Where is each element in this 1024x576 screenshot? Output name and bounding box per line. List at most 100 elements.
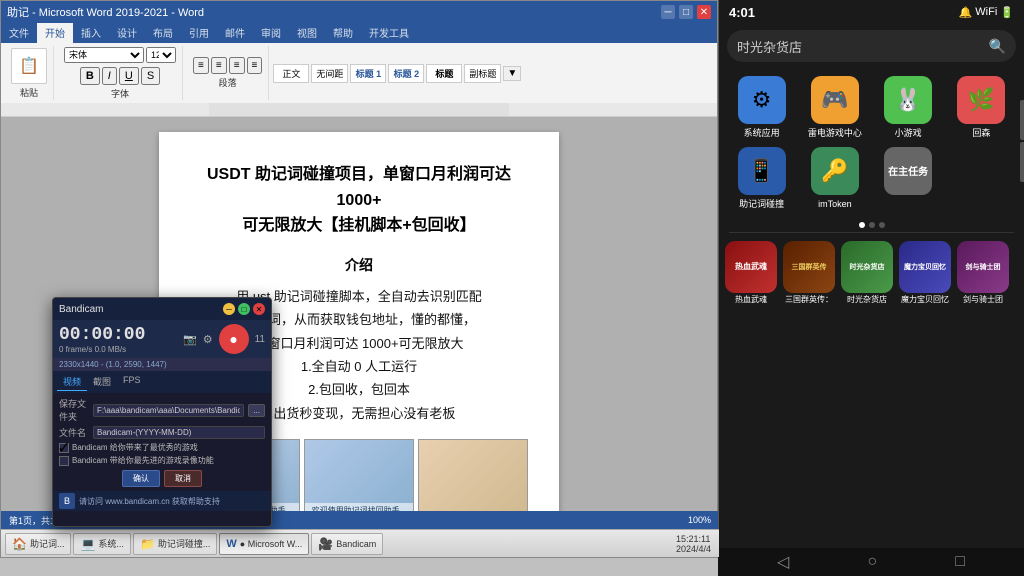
tab-design[interactable]: 设计	[109, 23, 145, 43]
word-icon: W	[226, 538, 236, 550]
styles-more-button[interactable]: ▼	[503, 66, 521, 81]
bandicam-confirm-button[interactable]: 确认	[122, 470, 160, 487]
huisen-icon: 🌿	[957, 76, 1005, 124]
style-nospace[interactable]: 无间距	[311, 64, 348, 83]
style-title[interactable]: 标题	[426, 64, 462, 83]
doc-title-line1: USDT 助记词碰撞项目，单窗口月利润可达 1000+ 可无限放大【挂机脚本+包…	[189, 162, 529, 239]
bandicam-minimize[interactable]: ─	[223, 303, 235, 315]
tab-help[interactable]: 帮助	[325, 23, 361, 43]
taskbar-icon-1: 🏠	[12, 537, 27, 551]
font-family-select[interactable]: 宋体	[64, 47, 144, 63]
bandicam-tab-video[interactable]: 视频	[57, 373, 87, 391]
taskbar-label-bandicam: Bandicam	[336, 539, 376, 549]
taskbar-icon-2: 💻	[80, 537, 95, 551]
taskbar-btn-bandicam[interactable]: 🎥 Bandicam	[311, 533, 383, 555]
tab-references[interactable]: 引用	[181, 23, 217, 43]
ribbon-tabs: 文件 开始 插入 设计 布局 引用 邮件 审阅 视图 帮助 开发工具	[1, 23, 717, 43]
style-h1[interactable]: 标题 1	[350, 64, 386, 83]
font-size-select[interactable]: 12	[146, 47, 176, 63]
game-5[interactable]: 剑与骑士团 剑与骑士团	[957, 241, 1009, 305]
bandicam-maximize[interactable]: □	[238, 303, 250, 315]
bandicam-tabs: 视频 截图 FPS	[53, 371, 271, 393]
mobile-time: 4:01	[729, 5, 755, 20]
mobile-search-text: 时光杂货店	[737, 37, 981, 56]
style-subtitle[interactable]: 副标题	[464, 64, 501, 83]
ribbon-content: 📋 粘贴 宋体 12 B I U S 字体 ≡ ≡	[1, 43, 717, 103]
tab-dev[interactable]: 开发工具	[361, 23, 417, 43]
style-h2[interactable]: 标题 2	[388, 64, 424, 83]
home-button[interactable]: ○	[867, 553, 877, 571]
taskbar-label-word: ● Microsoft W...	[240, 539, 302, 549]
minimize-icon[interactable]: ─	[661, 5, 675, 19]
dot-3	[879, 222, 885, 228]
bold-button[interactable]: B	[80, 67, 100, 85]
bandicam-record-button[interactable]: ●	[219, 324, 249, 354]
bandicam-camera-icon[interactable]: 📷	[183, 333, 197, 346]
style-normal[interactable]: 正文	[273, 64, 309, 83]
game-2[interactable]: 三国群英传 三国群英传：	[783, 241, 835, 305]
bandicam-body: 保存文件夹 ... 文件名 ✓ Bandicam 给你带来了最优秀的游戏 Ban…	[53, 393, 271, 491]
underline-button[interactable]: U	[119, 67, 139, 85]
mobile-search-icon[interactable]: 🔍	[989, 38, 1006, 55]
strikethrough-button[interactable]: S	[141, 67, 160, 85]
bandicam-cancel-button[interactable]: 取消	[164, 470, 202, 487]
bandicam-browse-button[interactable]: ...	[248, 404, 265, 417]
align-right-button[interactable]: ≡	[229, 57, 245, 74]
clipboard-group: 📋 粘贴	[5, 46, 54, 100]
justify-button[interactable]: ≡	[247, 57, 263, 74]
notification-icon: 🔔	[959, 6, 973, 19]
tab-view[interactable]: 视图	[289, 23, 325, 43]
bandicam-tab-fps[interactable]: FPS	[117, 373, 147, 391]
app-gaming-center[interactable]: 🎮 雷电游戏中心	[802, 76, 867, 139]
app-mini-games[interactable]: 🐰 小游戏	[876, 76, 941, 139]
volume-up-button[interactable]	[1020, 100, 1024, 140]
taskbar-btn-2[interactable]: 💻 系统...	[73, 533, 130, 555]
bandicam-option-2-text: Bandicam 带给你最先进的游戏录像功能	[72, 455, 214, 466]
mobile-side-buttons	[1020, 100, 1024, 182]
back-button[interactable]: ◁	[777, 552, 789, 572]
game-1[interactable]: 热血武魂 热血武魂	[725, 241, 777, 305]
app-huisen[interactable]: 🌿 回森	[949, 76, 1014, 139]
dot-1	[859, 222, 865, 228]
bandicam-close[interactable]: ✕	[253, 303, 265, 315]
tab-review[interactable]: 审阅	[253, 23, 289, 43]
doc-section-title: 介绍	[189, 255, 529, 275]
taskbar-label-3: 助记词碰撞...	[158, 537, 211, 550]
tab-home[interactable]: 开始	[37, 23, 73, 43]
paste-button[interactable]: 📋	[11, 48, 47, 84]
ruler	[1, 103, 717, 117]
game-4-icon: 魔力宝贝回忆	[899, 241, 951, 293]
window-controls: ─ □ ✕	[661, 5, 711, 19]
recents-button[interactable]: □	[955, 553, 965, 571]
bandicam-settings-icon[interactable]: ⚙	[203, 333, 213, 346]
volume-down-button[interactable]	[1020, 142, 1024, 182]
align-left-button[interactable]: ≡	[193, 57, 209, 74]
game-4[interactable]: 魔力宝贝回忆 魔力宝贝回忆	[899, 241, 951, 305]
tab-file[interactable]: 文件	[1, 23, 37, 43]
mobile-searchbar[interactable]: 时光杂货店 🔍	[727, 30, 1016, 62]
bandicam-checkbox-2[interactable]	[59, 456, 69, 466]
close-icon[interactable]: ✕	[697, 5, 711, 19]
bandicam-tab-screenshot[interactable]: 截图	[87, 373, 117, 391]
taskbar-btn-word[interactable]: W ● Microsoft W...	[219, 533, 309, 555]
bandicam-footer-icon: B	[59, 493, 75, 509]
bandicam-path-input[interactable]	[93, 404, 244, 417]
tab-mailings[interactable]: 邮件	[217, 23, 253, 43]
bandicam-checkbox-1[interactable]: ✓	[59, 443, 69, 453]
mobile-apps-grid: ⚙ 系统应用 🎮 雷电游戏中心 🐰 小游戏 🌿 回森 📱 助记词碰撞 🔑 imT…	[719, 68, 1024, 218]
bandicam-timer: 00:00:00	[59, 325, 145, 345]
app-main-task[interactable]: 在主任务	[876, 147, 941, 210]
game-3[interactable]: 时光杂货店 时光杂货店	[841, 241, 893, 305]
italic-button[interactable]: I	[102, 67, 117, 85]
bandicam-filename-input[interactable]	[93, 426, 265, 439]
app-system[interactable]: ⚙ 系统应用	[729, 76, 794, 139]
taskbar-btn-1[interactable]: 🏠 助记词...	[5, 533, 71, 555]
maximize-icon[interactable]: □	[679, 5, 693, 19]
align-center-button[interactable]: ≡	[211, 57, 227, 74]
taskbar-btn-3[interactable]: 📁 助记词碰撞...	[133, 533, 217, 555]
app-mnemonic[interactable]: 📱 助记词碰撞	[729, 147, 794, 210]
app-imtoken[interactable]: 🔑 imToken	[802, 147, 867, 210]
tab-layout[interactable]: 布局	[145, 23, 181, 43]
tab-insert[interactable]: 插入	[73, 23, 109, 43]
bandicam-timer-area: 00:00:00 0 frame/s 0.0 MB/s	[59, 325, 145, 354]
